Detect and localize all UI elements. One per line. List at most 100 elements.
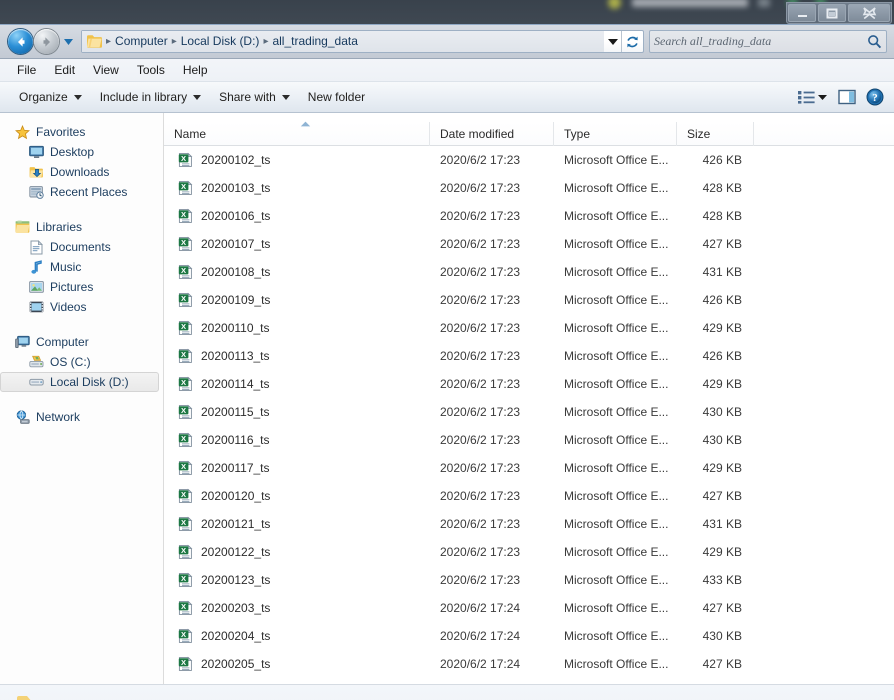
breadcrumb[interactable]: ▸ Computer ▸ Local Disk (D:) ▸ all_tradi… bbox=[82, 31, 604, 52]
include-in-library-button[interactable]: Include in library bbox=[91, 86, 210, 108]
menu-view[interactable]: View bbox=[84, 61, 128, 80]
cell-size: 428 KB bbox=[702, 181, 742, 195]
cell-date-modified: 2020/6/2 17:24 bbox=[440, 601, 521, 615]
excel-file-icon: X bbox=[178, 348, 194, 364]
table-row[interactable]: X 20200120_ts 2020/6/2 17:23 Microsoft Offi… bbox=[164, 482, 894, 510]
sidebar-item-videos[interactable]: Videos bbox=[0, 297, 163, 317]
sidebar-item-desktop[interactable]: Desktop bbox=[0, 142, 163, 162]
table-row[interactable]: X 20200107_ts 2020/6/2 17:23 Microsoft Offi… bbox=[164, 230, 894, 258]
menu-tools[interactable]: Tools bbox=[128, 61, 174, 80]
table-row[interactable]: X 20200116_ts 2020/6/2 17:23 Microsoft Offi… bbox=[164, 426, 894, 454]
sidebar-item-favorites[interactable]: Favorites bbox=[0, 122, 163, 142]
table-row[interactable]: X 20200106_ts 2020/6/2 17:23 Microsoft Offi… bbox=[164, 202, 894, 230]
help-button[interactable]: ? bbox=[862, 86, 888, 108]
cell-size: 429 KB bbox=[702, 321, 742, 335]
svg-text:X: X bbox=[181, 154, 186, 163]
sidebar-item-recent-places[interactable]: Recent Places bbox=[0, 182, 163, 202]
sidebar-item-network[interactable]: Network bbox=[0, 407, 163, 427]
table-row[interactable]: X 20200205_ts 2020/6/2 17:24 Microsoft Offi… bbox=[164, 650, 894, 678]
svg-text:X: X bbox=[181, 238, 186, 247]
search-input[interactable] bbox=[654, 34, 867, 49]
view-options-button[interactable] bbox=[792, 86, 832, 108]
preview-pane-button[interactable] bbox=[834, 86, 860, 108]
file-name-label: 20200114_ts bbox=[201, 377, 270, 391]
cell-date-modified: 2020/6/2 17:23 bbox=[440, 321, 521, 335]
file-name-label: 20200113_ts bbox=[201, 349, 270, 363]
sidebar-item-computer[interactable]: Computer bbox=[0, 332, 163, 352]
table-row[interactable]: X 20200121_ts 2020/6/2 17:23 Microsoft Offi… bbox=[164, 510, 894, 538]
table-row[interactable]: X 20200203_ts 2020/6/2 17:24 Microsoft Offi… bbox=[164, 594, 894, 622]
close-icon bbox=[862, 6, 876, 19]
menu-edit[interactable]: Edit bbox=[45, 61, 84, 80]
back-button[interactable] bbox=[8, 29, 33, 54]
svg-text:X: X bbox=[181, 378, 186, 387]
table-row[interactable]: X 20200102_ts 2020/6/2 17:23 Microsoft Offi… bbox=[164, 146, 894, 174]
cell-name: X 20200103_ts bbox=[164, 180, 430, 196]
search-icon[interactable] bbox=[867, 34, 882, 49]
table-row[interactable]: X 20200113_ts 2020/6/2 17:23 Microsoft Offi… bbox=[164, 342, 894, 370]
excel-file-icon: X bbox=[178, 572, 194, 588]
column-header-size[interactable]: Size bbox=[677, 121, 754, 146]
os-drive-icon bbox=[28, 354, 44, 370]
search-box[interactable] bbox=[649, 30, 887, 53]
menu-file[interactable]: File bbox=[8, 61, 45, 80]
file-name-label: 20200122_ts bbox=[201, 545, 271, 559]
breadcrumb-item-local-disk[interactable]: Local Disk (D:) bbox=[178, 31, 263, 52]
include-in-library-label: Include in library bbox=[99, 90, 188, 104]
column-header-filler bbox=[754, 122, 894, 146]
recent-pages-button[interactable] bbox=[62, 35, 75, 48]
excel-file-icon: X bbox=[178, 488, 194, 504]
sidebar-item-downloads[interactable]: Downloads bbox=[0, 162, 163, 182]
cell-date-modified: 2020/6/2 17:23 bbox=[440, 405, 521, 419]
sidebar-item-pictures[interactable]: Pictures bbox=[0, 277, 163, 297]
table-row[interactable]: X 20200108_ts 2020/6/2 17:23 Microsoft Offi… bbox=[164, 258, 894, 286]
minimize-button[interactable] bbox=[788, 4, 816, 22]
cell-name: X 20200113_ts bbox=[164, 348, 430, 364]
address-bar[interactable]: ▸ Computer ▸ Local Disk (D:) ▸ all_tradi… bbox=[81, 30, 644, 53]
breadcrumb-item-all-trading-data[interactable]: all_trading_data bbox=[269, 31, 360, 52]
forward-button[interactable] bbox=[34, 29, 59, 54]
sidebar-label: Desktop bbox=[50, 145, 95, 159]
folder-icon bbox=[14, 693, 46, 700]
column-header-type[interactable]: Type bbox=[554, 121, 677, 146]
maximize-button[interactable] bbox=[818, 4, 846, 22]
table-row[interactable]: X 20200204_ts 2020/6/2 17:24 Microsoft Offi… bbox=[164, 622, 894, 650]
table-row[interactable]: X 20200123_ts 2020/6/2 17:23 Microsoft Offi… bbox=[164, 566, 894, 594]
cell-name: X 20200204_ts bbox=[164, 628, 430, 644]
file-list-pane: Name Date modified Type Size X 20200102_t… bbox=[164, 113, 894, 684]
close-button[interactable] bbox=[848, 4, 890, 22]
sidebar-item-os-drive[interactable]: OS (C:) bbox=[0, 352, 163, 372]
new-folder-button[interactable]: New folder bbox=[299, 86, 374, 108]
sidebar-label: OS (C:) bbox=[50, 355, 91, 369]
excel-file-icon: X bbox=[178, 264, 194, 280]
excel-file-icon: X bbox=[178, 292, 194, 308]
sidebar-item-local-disk-d[interactable]: Local Disk (D:) bbox=[0, 372, 159, 392]
menu-help[interactable]: Help bbox=[174, 61, 217, 80]
window-chrome: ▸ Computer ▸ Local Disk (D:) ▸ all_tradi… bbox=[0, 1, 894, 59]
svg-text:X: X bbox=[181, 434, 186, 443]
table-row[interactable]: X 20200115_ts 2020/6/2 17:23 Microsoft Offi… bbox=[164, 398, 894, 426]
breadcrumb-item-computer[interactable]: Computer bbox=[112, 31, 171, 52]
table-row[interactable]: X 20200122_ts 2020/6/2 17:23 Microsoft Offi… bbox=[164, 538, 894, 566]
sidebar-item-music[interactable]: Music bbox=[0, 257, 163, 277]
sidebar-item-documents[interactable]: Documents bbox=[0, 237, 163, 257]
sidebar-label: Videos bbox=[50, 300, 87, 314]
table-row[interactable]: X 20200109_ts 2020/6/2 17:23 Microsoft Offi… bbox=[164, 286, 894, 314]
table-row[interactable]: X 20200114_ts 2020/6/2 17:23 Microsoft Offi… bbox=[164, 370, 894, 398]
address-dropdown-button[interactable] bbox=[604, 38, 621, 45]
organize-button[interactable]: Organize bbox=[10, 86, 91, 108]
explorer-window: ▸ Computer ▸ Local Disk (D:) ▸ all_tradi… bbox=[0, 1, 894, 700]
sidebar-group-network: Network bbox=[0, 407, 163, 427]
column-header-name[interactable]: Name bbox=[164, 121, 430, 146]
share-with-button[interactable]: Share with bbox=[210, 86, 299, 108]
file-name-label: 20200120_ts bbox=[201, 489, 271, 503]
cell-size: 433 KB bbox=[702, 573, 742, 587]
table-row[interactable]: X 20200117_ts 2020/6/2 17:23 Microsoft Offi… bbox=[164, 454, 894, 482]
column-header-date-modified[interactable]: Date modified bbox=[430, 121, 554, 146]
sidebar-label: Computer bbox=[36, 335, 89, 349]
refresh-button[interactable] bbox=[621, 31, 643, 52]
table-row[interactable]: X 20200103_ts 2020/6/2 17:23 Microsoft Offi… bbox=[164, 174, 894, 202]
sidebar-item-libraries[interactable]: Libraries bbox=[0, 217, 163, 237]
network-icon bbox=[14, 409, 30, 425]
table-row[interactable]: X 20200110_ts 2020/6/2 17:23 Microsoft Offi… bbox=[164, 314, 894, 342]
